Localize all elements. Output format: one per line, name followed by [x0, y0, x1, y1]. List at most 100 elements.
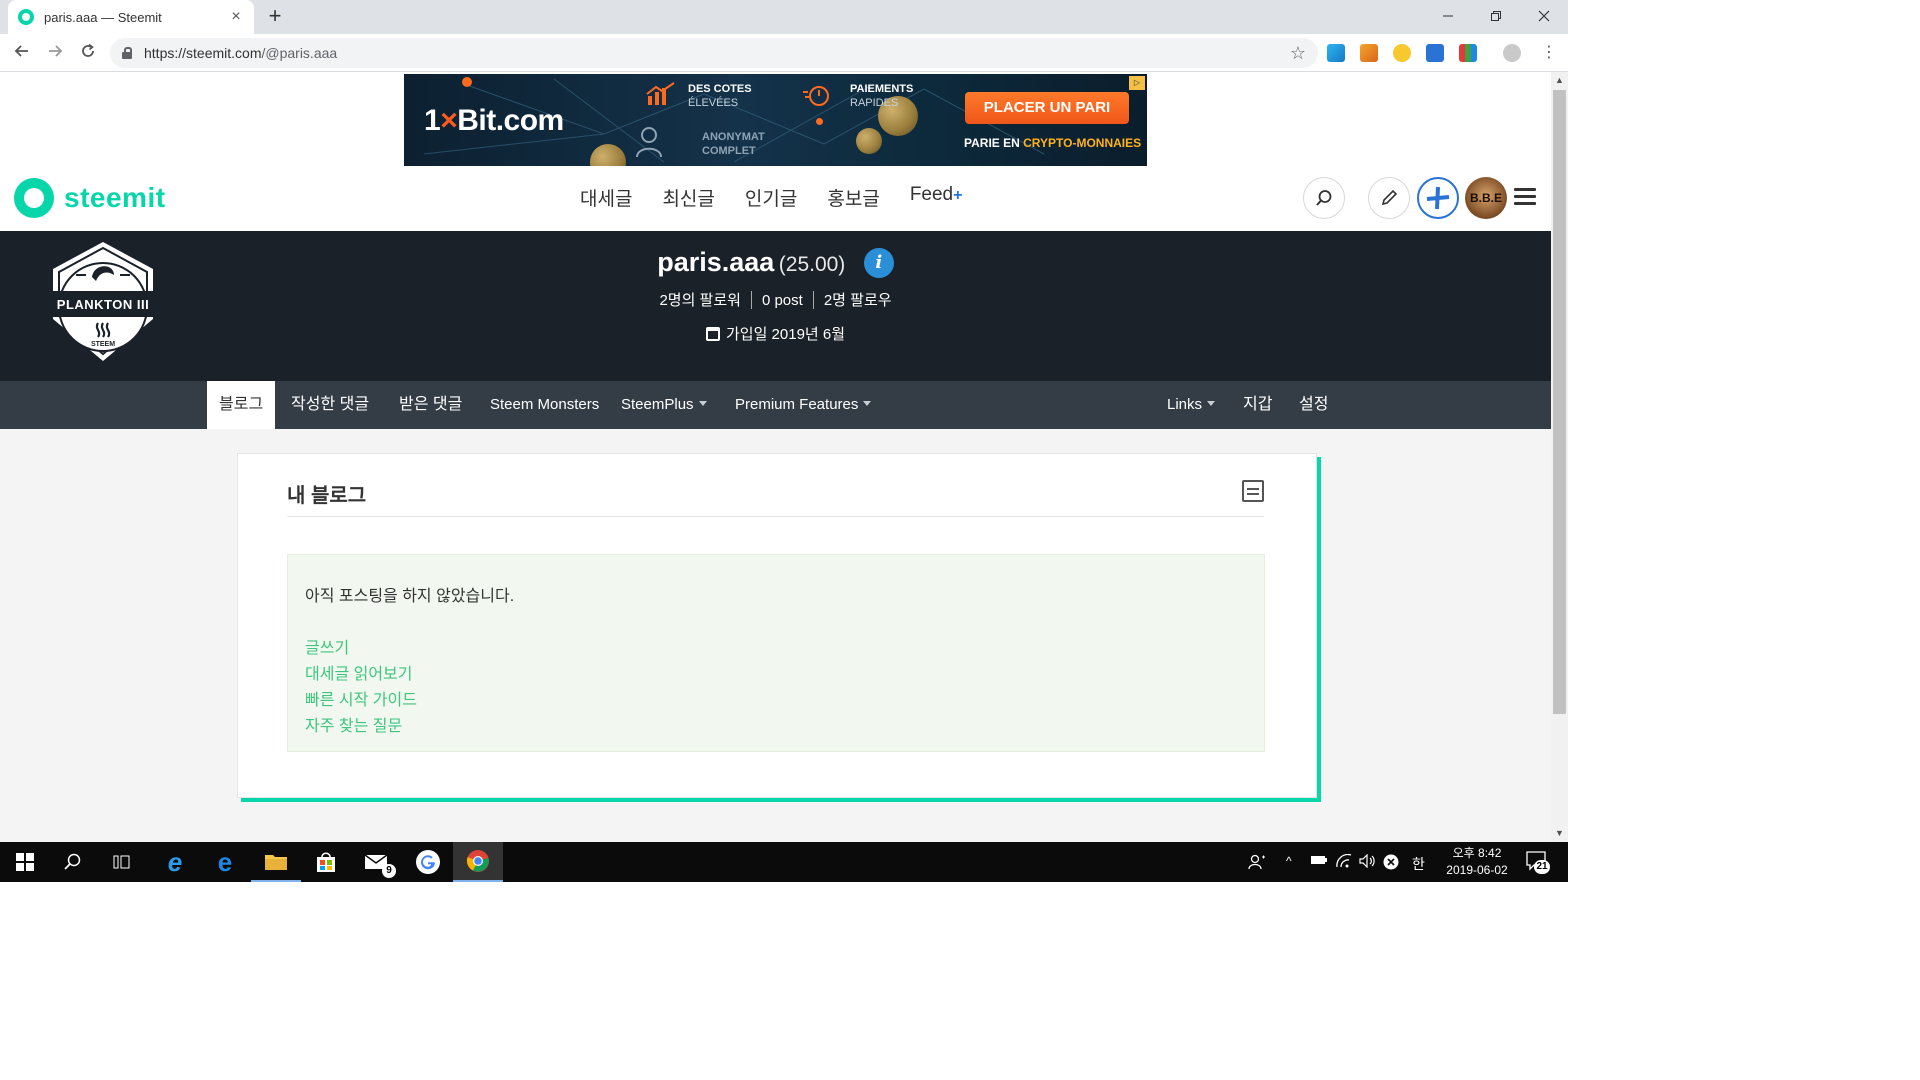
ad-cta-button[interactable]: PLACER UN PARI — [965, 92, 1129, 124]
tab-steemplus-label: SteemPlus — [621, 396, 694, 413]
steemit-logo[interactable]: steemit — [14, 178, 166, 218]
nav-new[interactable]: 최신글 — [662, 184, 714, 211]
task-view-button[interactable] — [98, 842, 148, 882]
browser-menu-icon[interactable]: ⋮ — [1536, 40, 1562, 66]
taskbar-clock[interactable]: 오후 8:42 2019-06-02 — [1438, 845, 1516, 879]
taskbar-ie[interactable]: e — [150, 842, 200, 882]
tab-comments[interactable]: 작성한 댓글 — [291, 381, 369, 429]
search-button[interactable] — [1303, 177, 1345, 219]
people-glyph-icon — [1248, 854, 1265, 870]
tab-steemplus[interactable]: SteemPlus — [621, 381, 707, 429]
browser-tab[interactable]: paris.aaa — Steemit × — [8, 0, 254, 34]
url-path: /@paris.aaa — [261, 45, 338, 61]
read-trending-link[interactable]: 대세글 읽어보기 — [305, 660, 413, 684]
wifi-icon[interactable] — [1335, 853, 1353, 871]
ad-feature-payments-sub: RAPIDES — [850, 97, 899, 109]
scroll-down-icon[interactable]: ▼ — [1551, 825, 1568, 842]
windows-logo-icon — [16, 853, 34, 871]
ime-indicator[interactable]: 한 — [1412, 854, 1425, 874]
taskbar-chrome[interactable] — [453, 842, 503, 882]
ad-choices-icon[interactable]: ▷ — [1129, 76, 1145, 90]
minimize-icon — [1443, 15, 1453, 17]
site-header: steemit 대세글 최신글 인기글 홍보글 Feed+ B.B.E — [0, 166, 1551, 231]
extension-metamask-icon[interactable] — [1360, 44, 1378, 62]
layout-toggle-icon[interactable] — [1242, 480, 1264, 502]
nav-trending[interactable]: 대세글 — [580, 184, 632, 211]
battery-icon[interactable] — [1310, 854, 1328, 869]
close-icon — [1538, 10, 1550, 22]
profile-banner: PLANKTON III STEEM paris.aaa (25.00) i 2… — [0, 231, 1551, 381]
minimize-button[interactable] — [1424, 0, 1472, 32]
feed-plus-icon: + — [953, 187, 963, 204]
write-post-link[interactable]: 글쓰기 — [305, 634, 349, 658]
scrollbar-thumb[interactable] — [1553, 90, 1566, 714]
ad-feature-payments: PAIEMENTS RAPIDES — [850, 82, 913, 110]
steemplus-button[interactable] — [1417, 177, 1459, 219]
tab-links[interactable]: Links — [1167, 381, 1216, 429]
back-button[interactable] — [9, 40, 35, 66]
quick-start-guide-link[interactable]: 빠른 시작 가이드 — [305, 686, 417, 710]
new-tab-button[interactable]: + — [262, 4, 288, 30]
hamburger-menu-icon[interactable] — [1514, 188, 1536, 206]
network-off-icon[interactable] — [1383, 854, 1399, 873]
people-icon[interactable] — [1248, 854, 1266, 873]
extension-colorful-icon[interactable] — [1459, 44, 1477, 62]
reload-button[interactable] — [75, 40, 101, 66]
url-input[interactable]: https://steemit.com/@paris.aaa ☆ — [110, 38, 1318, 68]
taskbar-store[interactable] — [301, 842, 351, 882]
taskbar-mail[interactable]: 9 — [352, 842, 402, 882]
tab-settings[interactable]: 설정 — [1299, 381, 1328, 429]
nav-feed[interactable]: Feed+ — [910, 184, 963, 211]
forward-button[interactable] — [42, 40, 68, 66]
bookmark-star-icon[interactable]: ☆ — [1290, 43, 1306, 64]
nav-promoted[interactable]: 홍보글 — [827, 184, 879, 211]
faq-link[interactable]: 자주 찾는 질문 — [305, 712, 402, 736]
tab-wallet[interactable]: 지갑 — [1243, 381, 1272, 429]
steemit-logo-text: steemit — [64, 182, 166, 213]
taskbar-search-button[interactable] — [48, 842, 98, 882]
close-window-button[interactable] — [1520, 0, 1568, 32]
nav-hot[interactable]: 인기글 — [745, 184, 797, 211]
chart-up-icon — [646, 82, 675, 105]
info-icon[interactable]: i — [863, 248, 894, 278]
write-post-button[interactable] — [1368, 177, 1410, 219]
anonymous-person-icon — [636, 127, 662, 158]
blog-title: 내 블로그 — [287, 485, 367, 507]
ad-banner[interactable]: 1×Bit.com DES COTES ÉLEVÉES PAIEMENTS RAPI… — [404, 74, 1147, 166]
restore-button[interactable] — [1472, 0, 1520, 32]
extension-plus-icon[interactable] — [1426, 44, 1444, 62]
bitcoin-coin-icon — [856, 128, 882, 154]
close-tab-button[interactable]: × — [228, 8, 244, 26]
extension-steemplus-icon[interactable] — [1327, 44, 1345, 62]
tab-steem-monsters[interactable]: Steem Monsters — [490, 381, 599, 429]
windows-taskbar: e e 9 ^ 한 오후 8:42 2019-06-02 21 — [0, 842, 1568, 882]
post-count: 0 post — [761, 292, 803, 309]
ad-brand-prefix: 1 — [424, 104, 441, 137]
following-count[interactable]: 2명 팔로우 — [824, 292, 892, 309]
taskbar-edge[interactable]: e — [200, 842, 250, 882]
x-circle-icon — [1383, 854, 1399, 870]
profile-reputation: (25.00) — [778, 253, 846, 276]
pencil-icon — [1381, 189, 1398, 206]
taskbar-google[interactable] — [403, 842, 453, 882]
start-button[interactable] — [0, 842, 50, 882]
page-scrollbar[interactable]: ▲ ▼ — [1551, 72, 1568, 842]
profile-joined: 가입일 2019년 6월 — [0, 323, 1551, 344]
tab-blog[interactable]: 블로그 — [207, 381, 276, 429]
volume-icon[interactable] — [1359, 853, 1377, 871]
chevron-down-icon — [1207, 401, 1216, 406]
divider — [287, 516, 1264, 517]
followers-count[interactable]: 2명의 팔로워 — [659, 292, 741, 309]
tray-chevron-up-icon[interactable]: ^ — [1286, 854, 1292, 868]
ad-feature-anonymity-sub: COMPLET — [702, 145, 756, 157]
url-text: https://steemit.com/@paris.aaa — [144, 45, 337, 61]
user-avatar[interactable]: B.B.E — [1465, 177, 1507, 219]
extension-yellow-icon[interactable] — [1393, 44, 1411, 62]
scroll-up-icon[interactable]: ▲ — [1551, 72, 1568, 89]
stats-divider — [812, 291, 814, 309]
tab-replies[interactable]: 받은 댓글 — [399, 381, 462, 429]
tab-premium-features[interactable]: Premium Features — [735, 381, 872, 429]
profile-avatar-icon[interactable] — [1503, 44, 1521, 62]
action-center-button[interactable]: 21 — [1526, 851, 1550, 874]
taskbar-file-explorer[interactable] — [251, 842, 301, 882]
